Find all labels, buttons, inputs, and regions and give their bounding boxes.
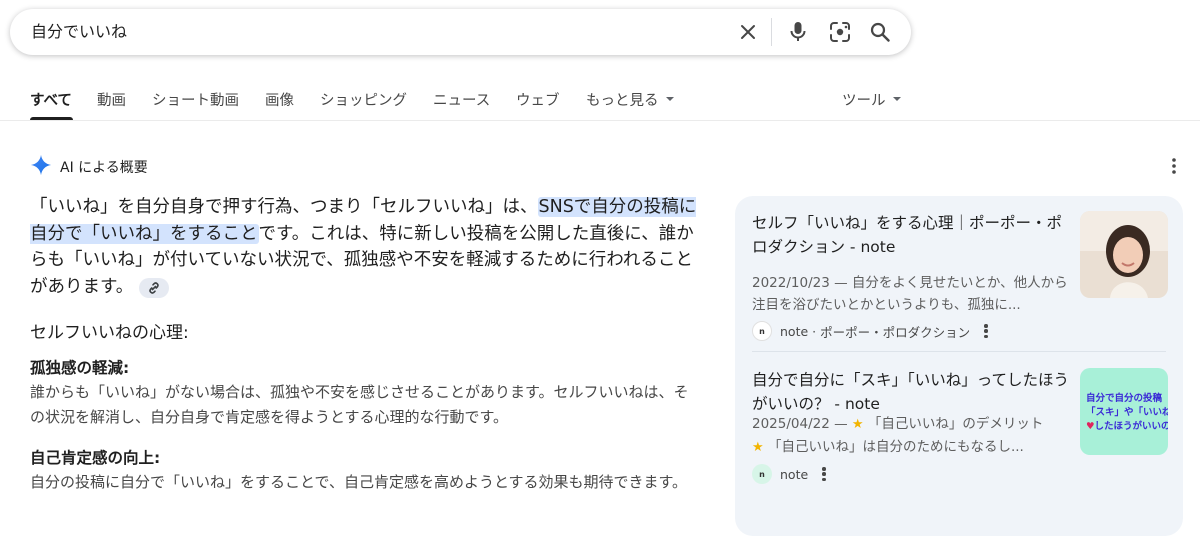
- source-divider: [752, 351, 1166, 352]
- search-divider: [771, 18, 772, 46]
- search-bar: [10, 9, 911, 55]
- source-thumbnail[interactable]: 自分で自分の投稿 「スキ」や「いいね ♥したほうがいいの: [1080, 368, 1168, 455]
- more-options-icon[interactable]: [984, 324, 988, 338]
- point-title: 自己肯定感の向上:: [30, 449, 161, 467]
- thumbnail-text: 自分で自分の投稿: [1086, 393, 1163, 404]
- more-options-icon[interactable]: [1164, 156, 1184, 176]
- lens-icon[interactable]: [828, 20, 852, 44]
- thumbnail-text: ♥したほうがいいの: [1086, 421, 1168, 432]
- tab-videos[interactable]: 動画: [97, 89, 126, 110]
- star-icon: ★: [752, 440, 764, 455]
- clear-icon[interactable]: [736, 20, 760, 44]
- heart-icon: ♥: [1086, 421, 1095, 432]
- source-site: note: [780, 323, 809, 339]
- tools-button[interactable]: ツール: [842, 89, 901, 110]
- point-text: 誰からも「いいね」がない場合は、孤独や不安を感じさせることがあります。セルフいい…: [30, 383, 689, 426]
- ai-overview-title: AI による概要: [60, 160, 148, 176]
- gemini-sparkle-icon: [30, 154, 52, 180]
- source-link-chip[interactable]: [139, 277, 170, 298]
- search-icon[interactable]: [868, 20, 892, 44]
- point-text: 自分の投稿に自分で「いいね」をすることで、自己肯定感を高めようとする効果も期待で…: [30, 473, 688, 491]
- search-tabs: すべて 動画 ショート動画 画像 ショッピング ニュース ウェブ もっと見る ツ…: [0, 80, 1200, 121]
- answer-text-1: 「いいね」を自分自身で押す行為、つまり「セルフいいね」は、: [30, 197, 538, 217]
- source-thumbnail[interactable]: [1080, 211, 1168, 298]
- tab-more[interactable]: もっと見る: [586, 89, 674, 110]
- tab-more-label: もっと見る: [586, 93, 659, 109]
- tab-web[interactable]: ウェブ: [516, 89, 560, 110]
- microphone-icon[interactable]: [786, 20, 810, 44]
- tab-short-videos[interactable]: ショート動画: [152, 89, 239, 110]
- snippet-text: 「自己いいね」は自分のためにもなるし...: [767, 439, 1024, 455]
- tools-label: ツール: [842, 93, 886, 109]
- more-options-icon[interactable]: [822, 467, 826, 481]
- search-input[interactable]: [31, 9, 711, 55]
- tab-shopping[interactable]: ショッピング: [320, 89, 407, 110]
- source-meta: n note · ポーポー・ポロダクション: [752, 321, 988, 341]
- ai-overview-header: AI による概要: [30, 154, 148, 180]
- source-title[interactable]: セルフ「いいね」をする心理｜ポーポー・ポロダクション - note: [752, 211, 1070, 259]
- tab-all[interactable]: すべて: [30, 89, 72, 110]
- thumbnail-text: 「スキ」や「いいね: [1086, 407, 1168, 418]
- snippet-date: 2025/04/22 —: [752, 416, 852, 432]
- section-title: セルフいいねの心理:: [30, 323, 189, 343]
- sources-panel: セルフ「いいね」をする心理｜ポーポー・ポロダクション - note 2022/1…: [735, 196, 1183, 536]
- ai-answer: 「いいね」を自分自身で押す行為、つまり「セルフいいね」は、SNSで自分の投稿に自…: [30, 194, 698, 300]
- source-meta: n note: [752, 464, 826, 484]
- note-favicon-icon: n: [752, 464, 772, 484]
- source-site: note: [780, 466, 809, 482]
- point-title: 孤独感の軽減:: [30, 359, 130, 377]
- link-icon: [149, 281, 159, 294]
- star-icon: ★: [851, 417, 864, 432]
- snippet-text: 「自己いいね」のデメリット: [867, 416, 1044, 432]
- tab-images[interactable]: 画像: [265, 89, 294, 110]
- source-title[interactable]: 自分で自分に「スキ」「いいね」ってしたほうがいいの？ - note: [752, 368, 1070, 416]
- active-tab-indicator: [30, 117, 73, 120]
- source-snippet: 2022/10/23 — 自分をよく見せたいとか、他人から注目を浴びたいとかとい…: [752, 275, 1068, 313]
- chevron-down-icon: [665, 97, 674, 101]
- source-author: ポーポー・ポロダクション: [820, 324, 971, 340]
- chevron-down-icon: [892, 97, 901, 101]
- note-favicon-icon: n: [752, 321, 772, 341]
- meta-separator: ·: [812, 323, 817, 339]
- tab-news[interactable]: ニュース: [433, 89, 490, 110]
- source-snippet: 2025/04/22 — ★ 「自己いいね」のデメリット ★ 「自己いいね」は自分…: [752, 413, 1070, 459]
